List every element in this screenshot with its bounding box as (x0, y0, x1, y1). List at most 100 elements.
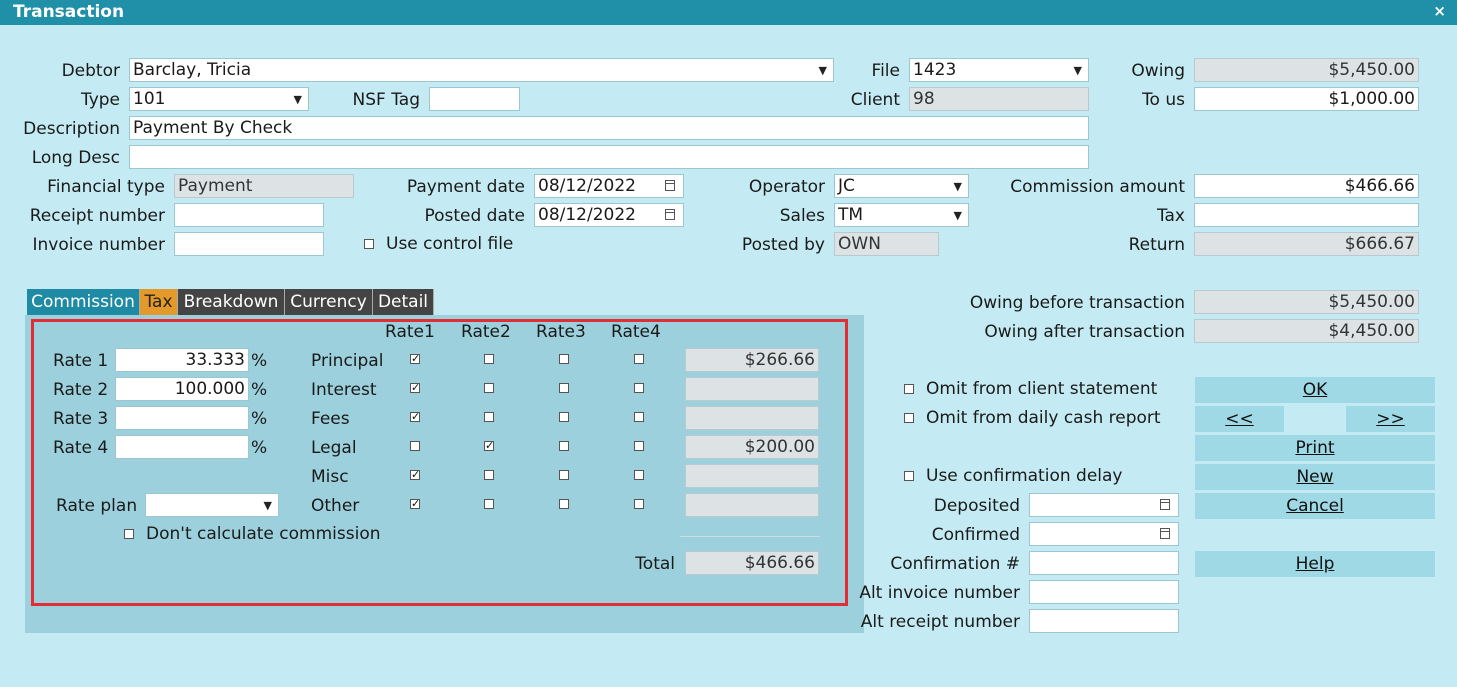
total-amount: $466.66 (685, 551, 819, 575)
omit-client-checkbox[interactable] (904, 384, 914, 394)
rate-checkbox[interactable]: ✓ (410, 498, 420, 509)
rate-checkbox[interactable] (634, 354, 644, 364)
tab-detail[interactable]: Detail (373, 289, 434, 315)
rate-checkbox[interactable] (634, 470, 644, 480)
total-divider (680, 536, 820, 537)
other-label: Other (311, 496, 360, 516)
rate-checkbox[interactable] (484, 383, 494, 393)
prev-button[interactable]: << (1195, 406, 1284, 432)
owing-after-field: $4,450.00 (1194, 319, 1419, 343)
legal-label: Legal (311, 438, 357, 458)
confirmed-input[interactable] (1029, 522, 1179, 546)
operator-select[interactable]: JC ▼ (834, 174, 969, 198)
payment-date-label: Payment date (406, 177, 525, 197)
omit-daily-label: Omit from daily cash report (926, 408, 1161, 428)
rate-checkbox[interactable] (559, 383, 569, 393)
rate-checkbox[interactable] (559, 412, 569, 422)
use-control-file-checkbox[interactable] (364, 239, 374, 249)
receipt-number-label: Receipt number (29, 206, 165, 226)
rate1-header: Rate1 (385, 322, 435, 342)
deposited-label: Deposited (933, 496, 1020, 516)
operator-label: Operator (748, 177, 825, 197)
sales-label: Sales (779, 206, 825, 226)
deposited-input[interactable] (1029, 493, 1179, 517)
rate-4-label: Rate 4 (53, 438, 109, 458)
tab-tax[interactable]: Tax (140, 289, 178, 315)
rate-2-percent: % (251, 380, 268, 400)
commission-amount-label: Commission amount (1010, 177, 1185, 197)
tab-breakdown[interactable]: Breakdown (178, 289, 285, 315)
rate-checkbox[interactable] (484, 470, 494, 480)
posted-date-input[interactable]: 08/12/2022 (534, 203, 684, 227)
tab-commission[interactable]: Commission (27, 289, 140, 315)
rate-plan-select[interactable]: ▼ (145, 493, 279, 517)
rate-1-input[interactable]: 33.333 (115, 348, 249, 372)
file-select[interactable]: 1423 ▼ (909, 58, 1089, 82)
type-label: Type (80, 90, 120, 110)
commission-amount-input[interactable]: $466.66 (1194, 174, 1419, 198)
calendar-icon[interactable] (1160, 499, 1170, 510)
calendar-icon[interactable] (665, 180, 675, 191)
calendar-icon[interactable] (1160, 528, 1170, 539)
cancel-button[interactable]: Cancel (1195, 493, 1435, 519)
rate-checkbox[interactable] (484, 412, 494, 422)
long-desc-input[interactable] (129, 145, 1089, 169)
owing-field: $5,450.00 (1194, 58, 1419, 82)
rate-checkbox[interactable] (634, 441, 644, 451)
receipt-number-input[interactable] (174, 203, 324, 227)
rate-checkbox[interactable]: ✓ (410, 382, 420, 393)
rate-4-input[interactable] (115, 435, 249, 459)
to-us-input[interactable]: $1,000.00 (1194, 87, 1419, 111)
rate-checkbox[interactable] (484, 499, 494, 509)
alt-receipt-input[interactable] (1029, 609, 1179, 633)
rate-checkbox[interactable] (559, 499, 569, 509)
rate-checkbox[interactable] (634, 412, 644, 422)
confirmation-number-input[interactable] (1029, 551, 1179, 575)
tab-currency[interactable]: Currency (285, 289, 373, 315)
rate-checkbox[interactable] (559, 354, 569, 364)
use-confirmation-label: Use confirmation delay (926, 466, 1123, 486)
rate-checkbox[interactable] (559, 441, 569, 451)
type-select[interactable]: 101 ▼ (129, 87, 309, 111)
legal-amount: $200.00 (685, 435, 819, 459)
rate-2-label: Rate 2 (53, 380, 109, 400)
fees-amount (685, 406, 819, 430)
rate-3-input[interactable] (115, 406, 249, 430)
rate-checkbox[interactable]: ✓ (484, 440, 494, 451)
omit-daily-checkbox[interactable] (904, 413, 914, 423)
debtor-select[interactable]: Barclay, Tricia ▼ (129, 58, 834, 82)
rate-checkbox[interactable] (484, 354, 494, 364)
sales-select[interactable]: TM ▼ (834, 203, 969, 227)
payment-date-input[interactable]: 08/12/2022 (534, 174, 684, 198)
rate-checkbox[interactable]: ✓ (410, 469, 420, 480)
tax-input[interactable] (1194, 203, 1419, 227)
rate-checkbox[interactable] (559, 470, 569, 480)
owing-before-label: Owing before transaction (969, 293, 1185, 313)
alt-invoice-input[interactable] (1029, 580, 1179, 604)
rate-checkbox[interactable] (634, 499, 644, 509)
rate-checkbox[interactable] (634, 383, 644, 393)
nsf-tag-input[interactable] (429, 87, 520, 111)
ok-button[interactable]: OK (1195, 377, 1435, 403)
help-button[interactable]: Help (1195, 551, 1435, 577)
rate-2-input[interactable]: 100.000 (115, 377, 249, 401)
dont-calc-checkbox[interactable] (124, 529, 134, 539)
invoice-number-input[interactable] (174, 232, 324, 256)
posted-by-label: Posted by (741, 235, 825, 255)
rate-checkbox[interactable]: ✓ (410, 411, 420, 422)
fees-label: Fees (311, 409, 350, 429)
print-button[interactable]: Print (1195, 435, 1435, 461)
close-icon[interactable]: × (1433, 2, 1446, 20)
description-input[interactable]: Payment By Check (129, 116, 1089, 140)
next-button[interactable]: >> (1346, 406, 1435, 432)
calendar-icon[interactable] (665, 209, 675, 220)
new-button[interactable]: New (1195, 464, 1435, 490)
use-confirmation-checkbox[interactable] (904, 471, 914, 481)
rate-checkbox[interactable] (410, 441, 420, 451)
owing-after-label: Owing after transaction (984, 322, 1185, 342)
owing-before-field: $5,450.00 (1194, 290, 1419, 314)
chevron-down-icon: ▼ (953, 180, 962, 193)
description-label: Description (23, 119, 120, 139)
rate-checkbox[interactable]: ✓ (410, 353, 420, 364)
rate2-header: Rate2 (461, 322, 511, 342)
